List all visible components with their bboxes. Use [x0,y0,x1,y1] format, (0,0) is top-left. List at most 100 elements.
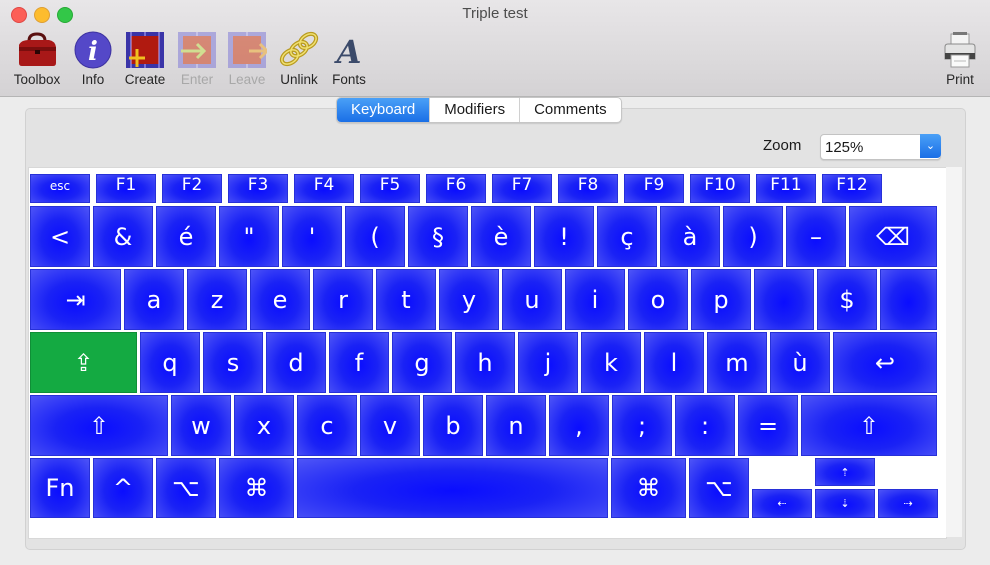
create-button[interactable]: Create [121,30,169,87]
key-f10[interactable]: F10 [690,174,750,203]
key-row2[interactable]: t [376,269,436,330]
key-row3[interactable]: k [581,332,641,393]
key-f7[interactable]: F7 [492,174,552,203]
key-label: F9 [643,175,665,195]
key-f8[interactable]: F8 [558,174,618,203]
tab-modifiers[interactable]: Modifiers [430,98,521,122]
key-command[interactable]: ⌘ [611,458,686,518]
key-f6[interactable]: F6 [426,174,486,203]
tab-keyboard[interactable]: Keyboard [337,98,431,122]
leave-button[interactable]: Leave [225,30,269,87]
key-row1[interactable]: " [219,206,279,267]
key-option[interactable]: ⌥ [689,458,749,518]
key-row2[interactable] [754,269,814,330]
key-row2[interactable]: z [187,269,247,330]
key-row1[interactable]: – [786,206,846,267]
key-row3[interactable]: d [266,332,326,393]
key-row4[interactable]: x [234,395,294,456]
key-fn[interactable]: Fn [30,458,90,518]
key-row2[interactable] [880,269,937,330]
key-row3[interactable]: ù [770,332,830,393]
key-row4[interactable]: = [738,395,798,456]
key-row3[interactable]: q [140,332,200,393]
key-row4[interactable]: : [675,395,735,456]
key-arrow-right[interactable]: ⇢ [878,489,938,518]
key-row3[interactable]: f [329,332,389,393]
key-row2[interactable]: a [124,269,184,330]
unlink-button[interactable]: Unlink [276,30,322,87]
key-row3[interactable]: h [455,332,515,393]
key-label: o [650,285,666,314]
key-arrow-left[interactable]: ⇠ [752,489,812,518]
key-row1[interactable]: < [30,206,90,267]
print-button[interactable]: Print [938,30,982,87]
key-option[interactable]: ⌥ [156,458,216,518]
key-row2[interactable]: u [502,269,562,330]
key-row2[interactable]: i [565,269,625,330]
key-row4[interactable]: w [171,395,231,456]
key-row2[interactable]: e [250,269,310,330]
key-row1[interactable]: é [156,206,216,267]
key-row2[interactable]: o [628,269,688,330]
key-f4[interactable]: F4 [294,174,354,203]
vertical-scrollbar[interactable] [946,167,962,537]
key-return[interactable]: ↩ [833,332,937,393]
key-label: r [338,285,348,314]
key-backspace[interactable]: ⌫ [849,206,937,267]
key-row1[interactable]: & [93,206,153,267]
key-row3[interactable]: l [644,332,704,393]
enter-button[interactable]: Enter [175,30,219,87]
key-label: ⇡ [840,465,850,479]
key-row1[interactable]: ' [282,206,342,267]
key-row2[interactable]: $ [817,269,877,330]
chevron-down-icon[interactable]: ⌄ [920,134,941,158]
key-label: = [757,411,779,440]
key-f5[interactable]: F5 [360,174,420,203]
key-arrow-up[interactable]: ⇡ [815,458,875,486]
key-shift[interactable]: ⇧ [30,395,168,456]
key-label: F6 [445,175,467,195]
toolbox-button[interactable]: Toolbox [8,30,66,87]
key-row4[interactable]: v [360,395,420,456]
key-row4[interactable]: b [423,395,483,456]
key-row4[interactable]: n [486,395,546,456]
key-row1[interactable]: § [408,206,468,267]
info-button[interactable]: i Info [72,30,114,87]
key-f1[interactable]: F1 [96,174,156,203]
key-row2[interactable]: r [313,269,373,330]
key-row4[interactable]: c [297,395,357,456]
key-f9[interactable]: F9 [624,174,684,203]
key-row1[interactable]: ( [345,206,405,267]
key-row1[interactable]: ç [597,206,657,267]
fonts-button[interactable]: A Fonts [328,30,370,87]
key-esc[interactable]: esc [30,174,90,203]
key-control[interactable]: ^ [93,458,153,518]
key-space[interactable] [297,458,608,518]
tab-comments[interactable]: Comments [520,98,621,122]
font-icon: A [334,33,361,69]
key-f2[interactable]: F2 [162,174,222,203]
key-row1[interactable]: à [660,206,720,267]
key-f12[interactable]: F12 [822,174,882,203]
key-row3[interactable]: s [203,332,263,393]
key-label: F10 [704,175,736,195]
key-row1[interactable]: ! [534,206,594,267]
key-row1[interactable]: ) [723,206,783,267]
key-command[interactable]: ⌘ [219,458,294,518]
key-row3[interactable]: j [518,332,578,393]
key-row2[interactable]: y [439,269,499,330]
key-row2[interactable]: p [691,269,751,330]
key-row3[interactable]: g [392,332,452,393]
key-shift[interactable]: ⇧ [801,395,937,456]
zoom-select[interactable]: 125% ⌄ [820,134,941,160]
key-row4[interactable]: , [549,395,609,456]
key-caps-lock[interactable]: ⇪ [30,332,137,393]
key-row3[interactable]: m [707,332,767,393]
key-f11[interactable]: F11 [756,174,816,203]
key-row1[interactable]: è [471,206,531,267]
key-label: ^ [112,474,134,502]
key-tab[interactable]: ⇥ [30,269,121,330]
key-row4[interactable]: ; [612,395,672,456]
key-arrow-down[interactable]: ⇣ [815,489,875,518]
key-f3[interactable]: F3 [228,174,288,203]
